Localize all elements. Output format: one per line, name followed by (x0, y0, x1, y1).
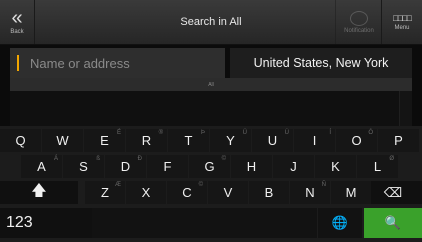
backspace-icon: ⌫ (383, 184, 403, 200)
speech-bubble-icon (350, 10, 368, 26)
key-i[interactable]: IÍ (294, 129, 335, 152)
key-label: D (120, 159, 131, 174)
top-bar: « Back Search in All Notification □□□□ M… (0, 0, 422, 45)
shift-key[interactable]: 🡅 (0, 181, 78, 204)
key-label: V (223, 185, 233, 200)
key-p[interactable]: P (378, 129, 419, 152)
key-k[interactable]: K (315, 155, 356, 178)
key-label: Q (15, 133, 26, 148)
key-label: S (79, 159, 88, 174)
key-n[interactable]: NÑ (290, 181, 330, 204)
key-label: H (246, 159, 257, 174)
key-v[interactable]: V (208, 181, 248, 204)
menu-button[interactable]: □□□□ Menu (381, 0, 422, 44)
key-alt-label: Ü (242, 130, 247, 136)
key-label: E (100, 133, 109, 148)
key-label: R (141, 133, 152, 148)
key-label: C (182, 185, 192, 200)
key-alt-label: Ñ (321, 182, 326, 188)
name-or-address-input[interactable] (10, 48, 225, 78)
text-caret (17, 55, 19, 71)
numbers-key[interactable]: 123 (0, 208, 92, 238)
key-label: T (184, 133, 193, 148)
key-h[interactable]: H (231, 155, 272, 178)
key-u[interactable]: UÚ (252, 129, 293, 152)
key-label: M (345, 185, 357, 200)
key-label: G (204, 159, 215, 174)
key-label: K (331, 159, 340, 174)
key-alt-label: ß (96, 156, 100, 162)
key-alt-label: Æ (115, 182, 121, 188)
key-alt-label: Í (329, 130, 331, 136)
key-o[interactable]: OÓ (336, 129, 377, 152)
country-selector[interactable]: United States, New York (230, 48, 412, 78)
key-alt-label: ® (158, 130, 163, 136)
key-z[interactable]: ZÆ (85, 181, 125, 204)
key-alt-label: É (116, 130, 121, 136)
key-label: L (373, 159, 382, 174)
notification-label: Notification (344, 27, 374, 34)
key-s[interactable]: Sß (63, 155, 104, 178)
key-alt-label: Ú (284, 130, 289, 136)
back-label: Back (10, 29, 24, 35)
key-j[interactable]: J (273, 155, 314, 178)
key-label: F (163, 159, 172, 174)
key-alt-label: Á (53, 156, 58, 162)
back-button[interactable]: « Back (0, 0, 35, 44)
key-c[interactable]: C © (167, 181, 207, 204)
key-label: Y (226, 133, 235, 148)
key-q[interactable]: Q (0, 129, 41, 152)
key-label: X (141, 185, 151, 200)
key-label: U (267, 133, 278, 148)
back-chevron-icon: « (11, 7, 23, 29)
onscreen-keyboard: Q W E É R ® T Þ Y Ü U Ú I Í O Ó P A Á Sß D Ð F G © H J K L Ø 🡅 ⌫ ZÆX… (0, 126, 422, 242)
backspace-key[interactable]: ⌫ (364, 181, 422, 204)
key-r[interactable]: R ® (126, 129, 167, 152)
results-handle[interactable]: All (10, 78, 412, 91)
key-alt-label: Ó (368, 130, 373, 136)
key-alt-label: © (198, 182, 203, 188)
page-title: Search in All (180, 16, 242, 28)
key-label: P (394, 133, 403, 148)
key-f[interactable]: F (147, 155, 188, 178)
language-key[interactable]: 🌐 (318, 208, 362, 238)
shift-arrow-icon: 🡅 (31, 182, 47, 199)
key-alt-label: Ø (389, 156, 394, 162)
key-y[interactable]: YÜ (210, 129, 251, 152)
key-alt-label: Ð (137, 156, 142, 162)
key-label: A (37, 159, 46, 174)
key-label: W (56, 133, 69, 148)
menu-label: Menu (394, 25, 410, 31)
key-label: J (290, 159, 297, 174)
grid-menu-icon: □□□□ (393, 13, 412, 23)
notification-button[interactable]: Notification (335, 0, 382, 44)
globe-icon: 🌐 (331, 215, 349, 230)
key-w[interactable]: W (42, 129, 83, 152)
key-a[interactable]: AÁ (21, 155, 62, 178)
key-alt-label: Þ (200, 130, 205, 136)
search-row: United States, New York (0, 48, 422, 78)
magnifier-icon: 🔍 (384, 215, 402, 230)
key-g[interactable]: G © (189, 155, 230, 178)
key-label: I (312, 133, 317, 148)
key-m[interactable]: M (331, 181, 371, 204)
key-alt-label: © (221, 156, 226, 162)
key-label: Z (101, 185, 109, 200)
key-label: O (351, 133, 362, 148)
key-x[interactable]: X (126, 181, 166, 204)
key-t[interactable]: TÞ (168, 129, 209, 152)
key-b[interactable]: B (249, 181, 289, 204)
key-label: B (264, 185, 274, 200)
key-e[interactable]: EÉ (84, 129, 125, 152)
key-label: N (305, 185, 315, 200)
key-l[interactable]: LØ (357, 155, 398, 178)
search-key[interactable]: 🔍 (364, 208, 422, 238)
key-d[interactable]: DÐ (105, 155, 146, 178)
space-key[interactable] (92, 208, 317, 238)
